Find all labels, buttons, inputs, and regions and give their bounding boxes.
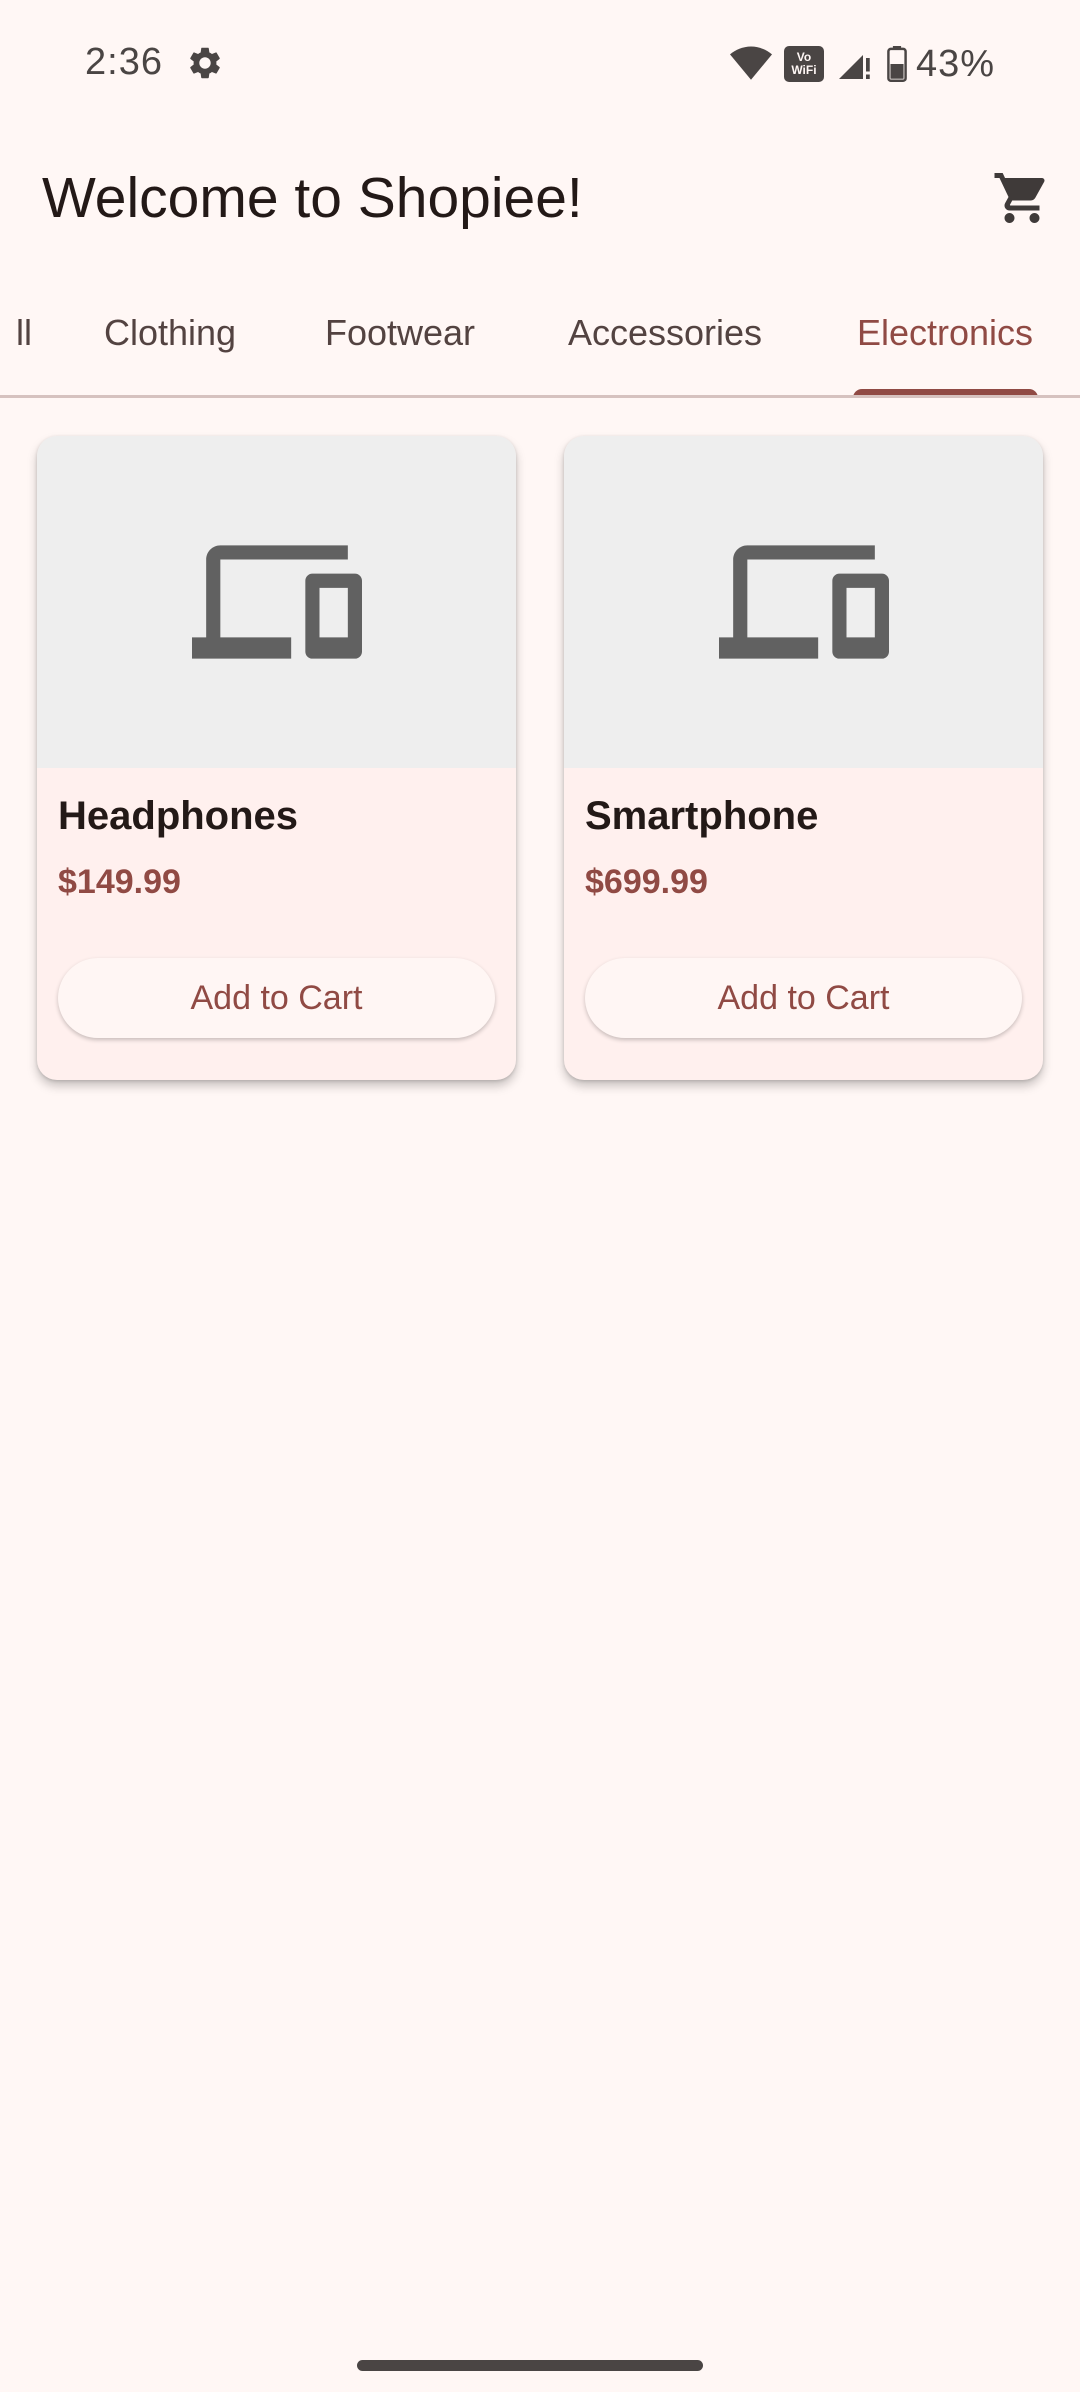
product-price: $149.99 xyxy=(58,863,181,901)
product-price: $699.99 xyxy=(585,863,708,901)
tab-electronics-label: Electronics xyxy=(856,311,1034,353)
tab-footwear[interactable]: Footwear xyxy=(300,270,500,395)
product-card[interactable]: Smartphone $699.99 Add to Cart xyxy=(564,436,1043,1080)
tab-electronics[interactable]: Electronics xyxy=(830,270,1060,395)
tab-clothing-label: Clothing xyxy=(103,311,237,353)
vowifi-icon: Vo WiFi xyxy=(783,46,824,82)
page-title: Welcome to Shopiee! xyxy=(42,166,583,230)
tab-indicator xyxy=(853,389,1038,395)
tab-accessories[interactable]: Accessories xyxy=(540,270,790,395)
tab-footwear-label: Footwear xyxy=(324,311,476,353)
cart-icon xyxy=(994,173,1045,223)
app-bar: Welcome to Shopiee! xyxy=(0,126,1080,270)
wifi-icon xyxy=(729,46,772,80)
add-to-cart-button[interactable]: Add to Cart xyxy=(58,958,495,1038)
product-name: Smartphone xyxy=(585,794,819,838)
product-card[interactable]: Headphones $149.99 Add to Cart xyxy=(37,436,516,1080)
status-time: 2:36 xyxy=(85,41,163,83)
product-image xyxy=(37,436,516,768)
vowifi-bottom-text: WiFi xyxy=(791,63,817,77)
product-image xyxy=(564,436,1043,768)
cart-button[interactable] xyxy=(974,150,1070,246)
signal-icon xyxy=(838,55,870,79)
status-bar: 2:36 Vo WiFi 43% xyxy=(0,0,1080,126)
product-name: Headphones xyxy=(58,794,299,838)
battery-icon xyxy=(887,46,907,82)
gesture-navigation-bar[interactable] xyxy=(357,2360,703,2371)
gear-icon xyxy=(190,47,220,79)
tab-all-label: ll xyxy=(16,311,32,353)
status-icons: Vo WiFi 43% xyxy=(729,40,995,88)
tab-clothing[interactable]: Clothing xyxy=(70,270,270,395)
category-tabs: ll Clothing Footwear Accessories Electro… xyxy=(0,270,1080,398)
devices-icon xyxy=(191,545,362,659)
battery-percent: 43% xyxy=(915,43,995,85)
tab-all[interactable]: ll xyxy=(0,270,60,395)
devices-icon xyxy=(718,545,889,659)
tab-accessories-label: Accessories xyxy=(567,311,763,353)
add-to-cart-button[interactable]: Add to Cart xyxy=(585,958,1022,1038)
